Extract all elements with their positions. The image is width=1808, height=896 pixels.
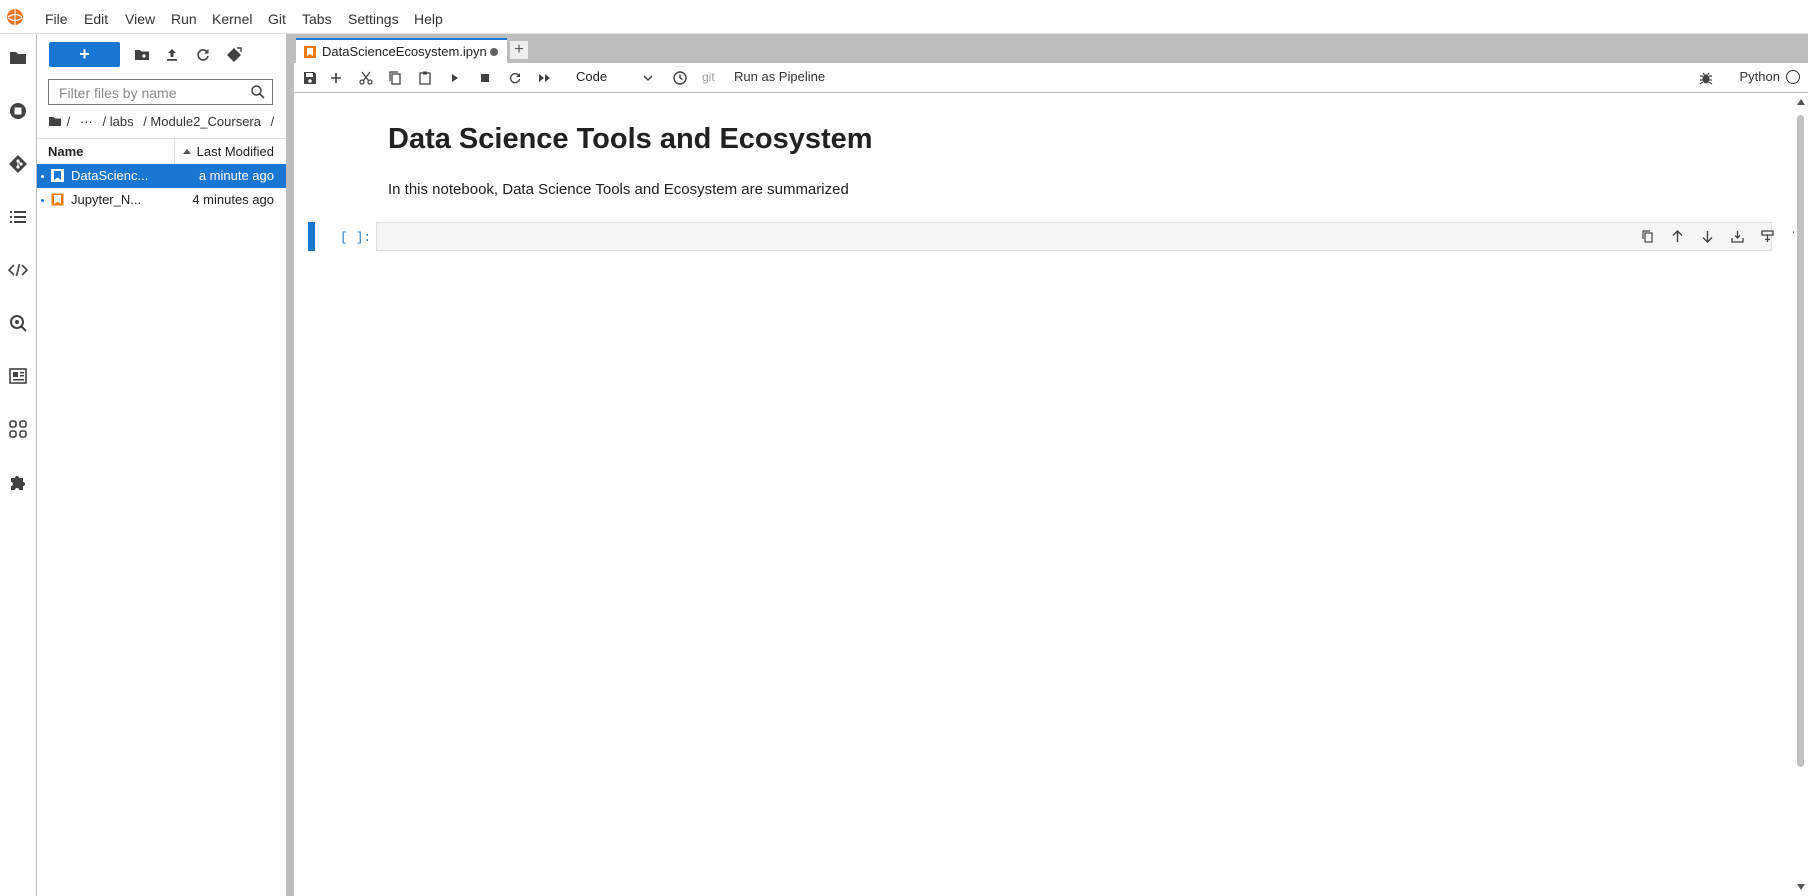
activity-bar [0,34,37,896]
git-clone-icon[interactable] [225,46,243,64]
breadcrumb-labs[interactable]: / labs [103,114,134,129]
file-modified: a minute ago [198,168,274,183]
menu-help[interactable]: Help [414,11,443,27]
git-icon[interactable] [7,153,29,175]
code-cell[interactable]: [ ]: [308,222,1802,251]
breadcrumb-root[interactable]: / [67,114,71,129]
kernel-name[interactable]: Python [1740,69,1780,84]
menu-bar: File Edit View Run Kernel Git Tabs Setti… [0,0,1808,34]
menu-run[interactable]: Run [171,11,197,27]
running-dot-icon [41,199,44,202]
insert-above-icon[interactable] [1730,229,1745,244]
filter-files-field[interactable] [48,79,273,105]
column-divider[interactable] [174,139,175,164]
property-inspector-icon[interactable] [7,312,29,334]
chevron-down-icon [642,72,654,84]
file-modified: 4 minutes ago [192,192,274,207]
file-list-header: Name Last Modified [37,138,286,165]
markdown-heading: Data Science Tools and Ecosystem [388,123,873,155]
cell-collapser[interactable] [308,222,315,251]
cell-prompt: [ ]: [340,230,372,245]
run-as-pipeline-button[interactable]: Run as Pipeline [734,69,825,84]
markdown-paragraph: In this notebook, Data Science Tools and… [388,181,849,198]
duplicate-cell-icon[interactable] [1640,229,1655,244]
upload-icon[interactable] [163,46,181,64]
tab-datascience-notebook[interactable]: DataScienceEcosystem.ipyn [296,38,507,63]
file-name: DataScienc... [71,168,149,183]
extensions-grid-icon[interactable] [7,418,29,440]
menu-tabs[interactable]: Tabs [302,11,332,27]
notebook-toolbar: Code git Run as Pipeline Python [294,63,1808,93]
notebook-file-icon [51,193,64,206]
file-row-datascience[interactable]: DataScienc... a minute ago [37,164,286,188]
copy-icon[interactable] [387,70,403,86]
kernel-idle-status-icon [1786,70,1800,84]
menu-git[interactable]: Git [268,11,286,27]
sort-ascending-icon[interactable] [183,149,191,154]
column-modified-header[interactable]: Last Modified [197,144,274,159]
tab-bar: DataScienceEcosystem.ipyn + [294,34,1808,63]
toc-icon[interactable] [7,206,29,228]
save-icon[interactable] [302,70,318,86]
search-icon [250,84,266,100]
refresh-icon[interactable] [194,46,212,64]
stop-icon[interactable] [477,70,493,86]
jupyter-logo-icon[interactable] [6,8,24,26]
breadcrumb-module2[interactable]: / Module2_Coursera [143,114,261,129]
notebook-scrollbar[interactable] [1794,93,1808,896]
notebook-file-icon [51,169,64,182]
folder-icon[interactable] [7,46,29,68]
panel-splitter[interactable] [286,34,294,896]
insert-below-icon[interactable] [1760,229,1775,244]
cut-icon[interactable] [358,70,374,86]
menu-file[interactable]: File [45,11,68,27]
puzzle-icon[interactable] [7,471,29,493]
move-up-icon[interactable] [1670,229,1685,244]
menu-kernel[interactable]: Kernel [212,11,252,27]
file-name: Jupyter_N... [71,192,142,207]
paste-icon[interactable] [417,70,433,86]
menu-view[interactable]: View [125,11,155,27]
column-name-header[interactable]: Name [48,144,83,159]
breadcrumb-ellipsis[interactable]: ··· [80,114,93,129]
cell-type-value: Code [576,69,608,84]
breadcrumb-separator: / [270,114,275,129]
templates-icon[interactable] [7,365,29,387]
menu-edit[interactable]: Edit [84,11,108,27]
cell-type-select[interactable]: Code [576,68,654,88]
fast-forward-icon[interactable] [537,70,553,86]
add-cell-icon[interactable] [328,70,344,86]
notebook-tab-icon [304,46,316,58]
breadcrumb: / ··· / labs / Module2_Coursera / [49,114,280,132]
scroll-thumb[interactable] [1797,115,1804,767]
clock-icon[interactable] [672,70,688,86]
scroll-up-icon[interactable] [1797,99,1805,105]
code-icon[interactable] [7,259,29,281]
tab-label: DataScienceEcosystem.ipyn [322,44,487,59]
new-launcher-button[interactable]: + [49,42,120,67]
running-dot-icon [41,175,44,178]
file-browser: + / ··· / labs / Module2_Coursera / Name… [37,34,286,896]
notebook-panel: Data Science Tools and Ecosystem In this… [294,93,1802,896]
file-row-jupyter[interactable]: Jupyter_N... 4 minutes ago [37,188,286,212]
debugger-bug-icon[interactable] [1698,70,1714,86]
new-folder-icon[interactable] [133,46,151,64]
breadcrumb-folder-icon[interactable] [49,116,61,127]
add-tab-button[interactable]: + [509,40,529,60]
menu-settings[interactable]: Settings [348,11,399,27]
unsaved-dot-icon[interactable] [490,48,498,56]
running-icon[interactable] [7,100,29,122]
code-editor[interactable] [376,222,1802,251]
move-down-icon[interactable] [1700,229,1715,244]
filter-files-input[interactable] [57,84,251,102]
scroll-down-icon[interactable] [1797,884,1805,890]
git-diff-button[interactable]: git [702,70,715,84]
run-icon[interactable] [447,70,463,86]
new-launcher-label: + [79,44,90,64]
restart-icon[interactable] [507,70,523,86]
